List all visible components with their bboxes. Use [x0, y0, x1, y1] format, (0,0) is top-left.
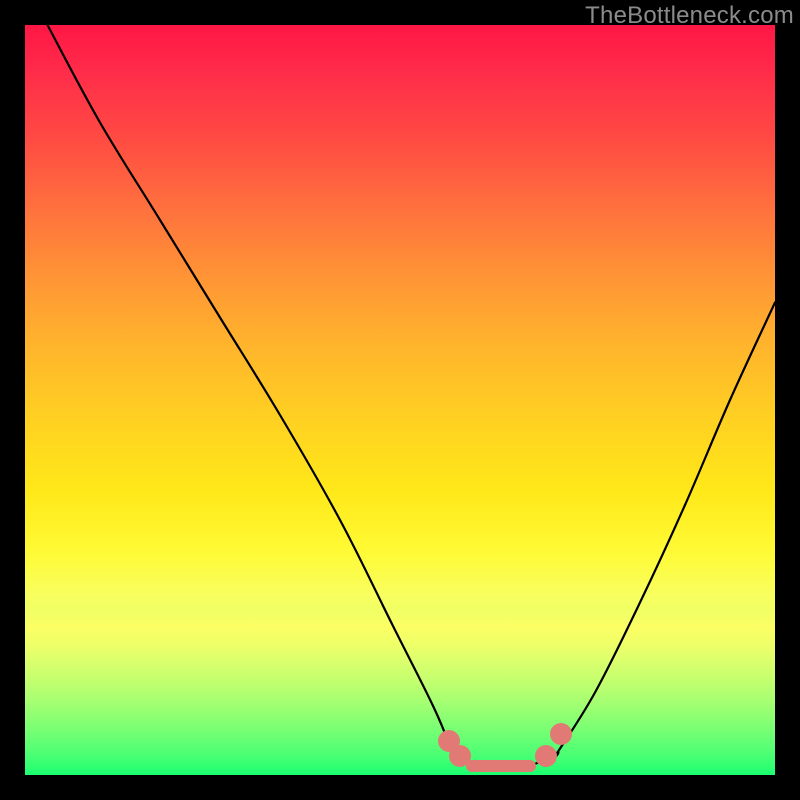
valley-marker — [535, 745, 557, 767]
gradient-floor-bands — [25, 610, 775, 775]
valley-marker — [550, 723, 572, 745]
plot-area — [25, 25, 775, 775]
valley-marker — [466, 760, 536, 772]
chart-frame: TheBottleneck.com — [0, 0, 800, 800]
watermark-text: TheBottleneck.com — [585, 2, 794, 30]
